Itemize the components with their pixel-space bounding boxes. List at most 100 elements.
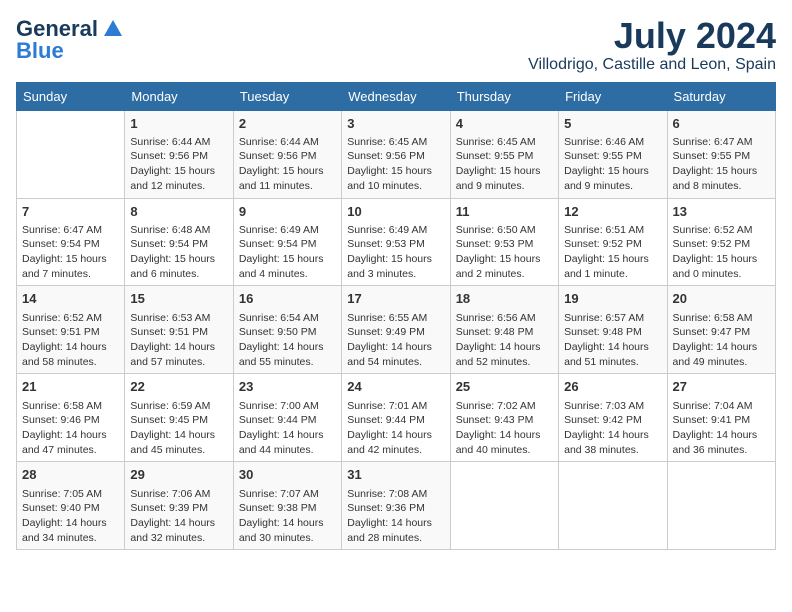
calendar-cell: 17 Sunrise: 6:55 AM Sunset: 9:49 PM Dayli…: [342, 286, 450, 374]
day-number: 19: [564, 290, 661, 308]
cell-content: Sunrise: 7:03 AM Sunset: 9:42 PM Dayligh…: [564, 399, 661, 458]
cell-content: Sunrise: 6:52 AM Sunset: 9:51 PM Dayligh…: [22, 311, 119, 370]
header-tuesday: Tuesday: [233, 82, 341, 110]
cell-content: Sunrise: 7:04 AM Sunset: 9:41 PM Dayligh…: [673, 399, 770, 458]
calendar-cell: [667, 462, 775, 550]
calendar-cell: 31 Sunrise: 7:08 AM Sunset: 9:36 PM Dayli…: [342, 462, 450, 550]
day-number: 17: [347, 290, 444, 308]
day-number: 8: [130, 203, 227, 221]
cell-content: Sunrise: 6:51 AM Sunset: 9:52 PM Dayligh…: [564, 223, 661, 282]
calendar-cell: 12Sunrise: 6:51 AM Sunset: 9:52 PM Dayli…: [559, 198, 667, 286]
cell-content: Sunrise: 6:49 AM Sunset: 9:54 PM Dayligh…: [239, 223, 336, 282]
day-number: 20: [673, 290, 770, 308]
calendar-cell: 25 Sunrise: 7:02 AM Sunset: 9:43 PM Dayli…: [450, 374, 558, 462]
cell-content: Sunrise: 6:44 AM Sunset: 9:56 PM Dayligh…: [130, 135, 227, 194]
calendar-cell: 4Sunrise: 6:45 AM Sunset: 9:55 PM Daylig…: [450, 110, 558, 198]
calendar-cell: 16 Sunrise: 6:54 AM Sunset: 9:50 PM Dayli…: [233, 286, 341, 374]
cell-content: Sunrise: 6:58 AM Sunset: 9:47 PM Dayligh…: [673, 311, 770, 370]
calendar-cell: 22Sunrise: 6:59 AM Sunset: 9:45 PM Dayli…: [125, 374, 233, 462]
cell-content: Sunrise: 6:53 AM Sunset: 9:51 PM Dayligh…: [130, 311, 227, 370]
day-number: 2: [239, 115, 336, 133]
day-number: 29: [130, 466, 227, 484]
day-number: 22: [130, 378, 227, 396]
day-number: 28: [22, 466, 119, 484]
calendar-cell: 23Sunrise: 7:00 AM Sunset: 9:44 PM Dayli…: [233, 374, 341, 462]
cell-content: Sunrise: 6:50 AM Sunset: 9:53 PM Dayligh…: [456, 223, 553, 282]
calendar-cell: [17, 110, 125, 198]
calendar-cell: 13Sunrise: 6:52 AM Sunset: 9:52 PM Dayli…: [667, 198, 775, 286]
cell-content: Sunrise: 7:01 AM Sunset: 9:44 PM Dayligh…: [347, 399, 444, 458]
calendar-cell: 3 Sunrise: 6:45 AM Sunset: 9:56 PM Daylig…: [342, 110, 450, 198]
header-wednesday: Wednesday: [342, 82, 450, 110]
cell-content: Sunrise: 6:45 AM Sunset: 9:55 PM Dayligh…: [456, 135, 553, 194]
calendar-cell: 15 Sunrise: 6:53 AM Sunset: 9:51 PM Dayli…: [125, 286, 233, 374]
month-title: July 2024: [528, 16, 776, 56]
cell-content: Sunrise: 6:56 AM Sunset: 9:48 PM Dayligh…: [456, 311, 553, 370]
calendar-cell: 5 Sunrise: 6:46 AM Sunset: 9:55 PM Daylig…: [559, 110, 667, 198]
day-number: 18: [456, 290, 553, 308]
header-sunday: Sunday: [17, 82, 125, 110]
cell-content: Sunrise: 6:54 AM Sunset: 9:50 PM Dayligh…: [239, 311, 336, 370]
calendar-cell: 28Sunrise: 7:05 AM Sunset: 9:40 PM Dayli…: [17, 462, 125, 550]
calendar-table: SundayMondayTuesdayWednesdayThursdayFrid…: [16, 82, 776, 551]
calendar-cell: 20 Sunrise: 6:58 AM Sunset: 9:47 PM Dayli…: [667, 286, 775, 374]
header-monday: Monday: [125, 82, 233, 110]
calendar-cell: 30 Sunrise: 7:07 AM Sunset: 9:38 PM Dayli…: [233, 462, 341, 550]
location-title: Villodrigo, Castille and Leon, Spain: [528, 56, 776, 74]
cell-content: Sunrise: 6:45 AM Sunset: 9:56 PM Dayligh…: [347, 135, 444, 194]
calendar-cell: 18 Sunrise: 6:56 AM Sunset: 9:48 PM Dayli…: [450, 286, 558, 374]
day-number: 27: [673, 378, 770, 396]
day-number: 10: [347, 203, 444, 221]
cell-content: Sunrise: 6:55 AM Sunset: 9:49 PM Dayligh…: [347, 311, 444, 370]
day-number: 24: [347, 378, 444, 396]
day-number: 30: [239, 466, 336, 484]
calendar-cell: 19 Sunrise: 6:57 AM Sunset: 9:48 PM Dayli…: [559, 286, 667, 374]
cell-content: Sunrise: 6:52 AM Sunset: 9:52 PM Dayligh…: [673, 223, 770, 282]
day-number: 16: [239, 290, 336, 308]
calendar-cell: 11 Sunrise: 6:50 AM Sunset: 9:53 PM Dayli…: [450, 198, 558, 286]
cell-content: Sunrise: 6:46 AM Sunset: 9:55 PM Dayligh…: [564, 135, 661, 194]
cell-content: Sunrise: 7:02 AM Sunset: 9:43 PM Dayligh…: [456, 399, 553, 458]
day-number: 26: [564, 378, 661, 396]
calendar-week-2: 7 Sunrise: 6:47 AM Sunset: 9:54 PM Daylig…: [17, 198, 776, 286]
calendar-cell: 10 Sunrise: 6:49 AM Sunset: 9:53 PM Dayli…: [342, 198, 450, 286]
cell-content: Sunrise: 7:08 AM Sunset: 9:36 PM Dayligh…: [347, 487, 444, 546]
cell-content: Sunrise: 7:07 AM Sunset: 9:38 PM Dayligh…: [239, 487, 336, 546]
day-number: 25: [456, 378, 553, 396]
calendar-cell: 9 Sunrise: 6:49 AM Sunset: 9:54 PM Daylig…: [233, 198, 341, 286]
day-number: 31: [347, 466, 444, 484]
cell-content: Sunrise: 6:57 AM Sunset: 9:48 PM Dayligh…: [564, 311, 661, 370]
cell-content: Sunrise: 6:58 AM Sunset: 9:46 PM Dayligh…: [22, 399, 119, 458]
calendar-week-1: 1Sunrise: 6:44 AM Sunset: 9:56 PM Daylig…: [17, 110, 776, 198]
calendar-cell: 29Sunrise: 7:06 AM Sunset: 9:39 PM Dayli…: [125, 462, 233, 550]
day-number: 7: [22, 203, 119, 221]
calendar-cell: 14 Sunrise: 6:52 AM Sunset: 9:51 PM Dayli…: [17, 286, 125, 374]
calendar-cell: 24 Sunrise: 7:01 AM Sunset: 9:44 PM Dayli…: [342, 374, 450, 462]
day-number: 15: [130, 290, 227, 308]
day-number: 3: [347, 115, 444, 133]
day-number: 6: [673, 115, 770, 133]
calendar-cell: 26 Sunrise: 7:03 AM Sunset: 9:42 PM Dayli…: [559, 374, 667, 462]
day-number: 11: [456, 203, 553, 221]
day-number: 23: [239, 378, 336, 396]
cell-content: Sunrise: 6:48 AM Sunset: 9:54 PM Dayligh…: [130, 223, 227, 282]
header-thursday: Thursday: [450, 82, 558, 110]
title-area: July 2024 Villodrigo, Castille and Leon,…: [528, 16, 776, 74]
logo-icon: [102, 18, 124, 40]
day-number: 9: [239, 203, 336, 221]
cell-content: Sunrise: 6:49 AM Sunset: 9:53 PM Dayligh…: [347, 223, 444, 282]
calendar-week-4: 21Sunrise: 6:58 AM Sunset: 9:46 PM Dayli…: [17, 374, 776, 462]
day-number: 5: [564, 115, 661, 133]
day-number: 14: [22, 290, 119, 308]
calendar-cell: 8 Sunrise: 6:48 AM Sunset: 9:54 PM Daylig…: [125, 198, 233, 286]
cell-content: Sunrise: 6:47 AM Sunset: 9:54 PM Dayligh…: [22, 223, 119, 282]
calendar-cell: 7 Sunrise: 6:47 AM Sunset: 9:54 PM Daylig…: [17, 198, 125, 286]
calendar-cell: 21Sunrise: 6:58 AM Sunset: 9:46 PM Dayli…: [17, 374, 125, 462]
calendar-cell: 2 Sunrise: 6:44 AM Sunset: 9:56 PM Daylig…: [233, 110, 341, 198]
calendar-week-5: 28Sunrise: 7:05 AM Sunset: 9:40 PM Dayli…: [17, 462, 776, 550]
calendar-cell: 6Sunrise: 6:47 AM Sunset: 9:55 PM Daylig…: [667, 110, 775, 198]
calendar-header-row: SundayMondayTuesdayWednesdayThursdayFrid…: [17, 82, 776, 110]
cell-content: Sunrise: 6:44 AM Sunset: 9:56 PM Dayligh…: [239, 135, 336, 194]
logo-blue: Blue: [16, 38, 64, 64]
calendar-week-3: 14 Sunrise: 6:52 AM Sunset: 9:51 PM Dayli…: [17, 286, 776, 374]
